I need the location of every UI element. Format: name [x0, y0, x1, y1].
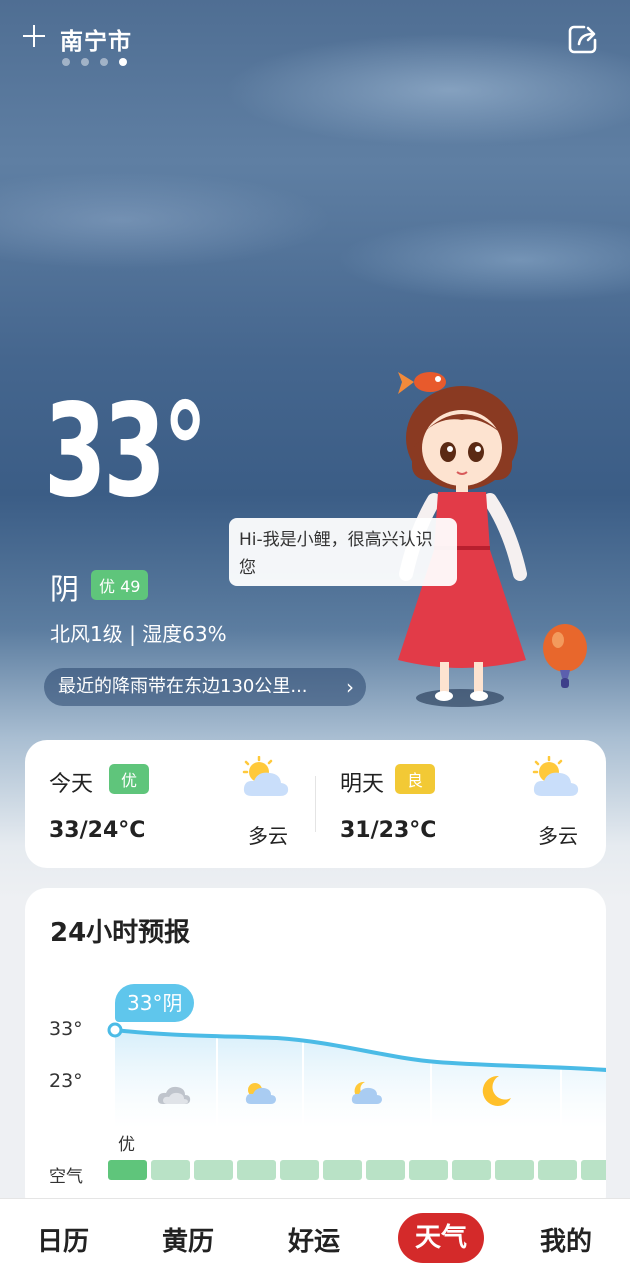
balloon-icon[interactable] — [540, 622, 590, 692]
partly-cloudy-icon — [242, 756, 289, 796]
aqi-bar-row — [108, 1160, 606, 1180]
aqi-row-label: 空气 — [49, 1167, 83, 1187]
aqi-cell — [194, 1160, 233, 1180]
rain-notice-button[interactable]: 最近的降雨带在东边130公里... › — [44, 668, 366, 706]
aqi-cell — [108, 1160, 147, 1180]
today-aqi-badge: 优 — [109, 764, 150, 794]
rain-notice-text: 最近的降雨带在东边130公里... — [58, 676, 308, 697]
add-city-icon[interactable] — [20, 22, 48, 50]
tab-calendar[interactable]: 日历 — [37, 1221, 89, 1258]
tomorrow-temp: 31/23°C — [340, 818, 437, 843]
page-dot — [100, 58, 108, 66]
current-temperature: 33° — [44, 377, 208, 526]
today-temp: 33/24°C — [49, 818, 146, 843]
page-dot-active — [119, 58, 127, 66]
hourly-forecast-card[interactable]: 24小时预报 33° 23° 33°阴 优 空气 — [25, 888, 606, 1218]
tab-almanac[interactable]: 黄历 — [162, 1221, 214, 1258]
daily-forecast-card[interactable]: 今天 优 33/24°C 多云 明天 良 31/23°C 多云 — [25, 740, 606, 868]
current-temp-bubble: 33°阴 — [115, 984, 195, 1022]
aqi-cell — [409, 1160, 448, 1180]
hourly-title: 24小时预报 — [50, 918, 191, 948]
top-bar: 南宁市 — [0, 0, 630, 80]
aqi-cell — [323, 1160, 362, 1180]
card-divider — [315, 776, 316, 832]
page-indicator — [62, 58, 127, 66]
page-dot — [62, 58, 70, 66]
aqi-first-label: 优 — [118, 1135, 135, 1155]
bottom-tab-bar: 日历 黄历 好运 天气 我的 — [0, 1198, 630, 1281]
today-label: 今天 — [49, 772, 94, 797]
chevron-right-icon: › — [346, 675, 354, 699]
aqi-cell — [538, 1160, 577, 1180]
y-label-low: 23° — [49, 1070, 83, 1092]
share-icon[interactable] — [566, 22, 600, 56]
tab-weather[interactable]: 天气 — [398, 1213, 484, 1263]
aqi-cell — [151, 1160, 190, 1180]
aqi-badge[interactable]: 优 49 — [91, 570, 149, 600]
aqi-cell — [366, 1160, 405, 1180]
wind-humidity: 北风1级 | 湿度63% — [50, 622, 227, 646]
aqi-cell — [452, 1160, 491, 1180]
current-condition: 阴 — [50, 572, 80, 606]
today-condition: 多云 — [248, 824, 288, 848]
mascot-speech-bubble[interactable]: Hi-我是小鲤，很高兴认识您 — [229, 518, 457, 586]
aqi-cell — [495, 1160, 534, 1180]
page-dot — [81, 58, 89, 66]
tomorrow-label: 明天 — [340, 772, 385, 797]
aqi-cell — [237, 1160, 276, 1180]
tab-me[interactable]: 我的 — [540, 1221, 592, 1258]
city-name[interactable]: 南宁市 — [60, 22, 132, 56]
y-label-high: 33° — [49, 1018, 83, 1040]
aqi-cell — [581, 1160, 606, 1180]
aqi-cell — [280, 1160, 319, 1180]
tab-fortune[interactable]: 好运 — [288, 1221, 340, 1258]
tomorrow-aqi-badge: 良 — [395, 764, 436, 794]
tomorrow-condition: 多云 — [538, 824, 578, 848]
partly-cloudy-icon — [532, 756, 579, 796]
